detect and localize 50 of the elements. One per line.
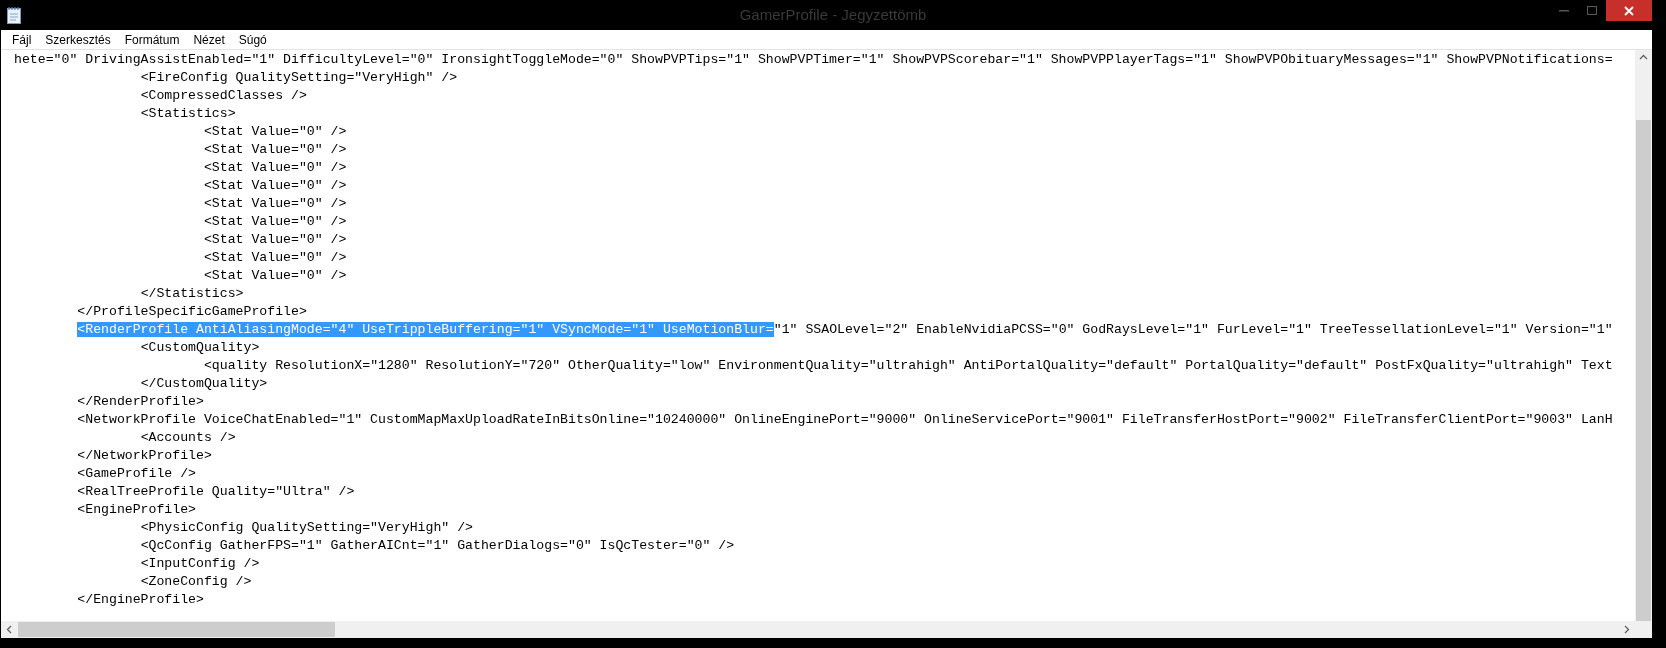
code-text: </ProfileSpecificGameProfile> — [77, 304, 307, 319]
menu-item[interactable]: Szerkesztés — [38, 30, 118, 49]
code-text: <Stat Value="0" /> — [203, 232, 347, 247]
window-title: GamerProfile - Jegyzettömb — [739, 4, 927, 25]
code-text: <CustomQuality> — [140, 340, 260, 355]
code-text: <Stat Value="0" /> — [203, 124, 347, 139]
code-text: <quality ResolutionX="1280" ResolutionY="720" OtherQuality="low" EnvironmentQuality="ultrahigh" AntiPortalQuality="default" PortalQuality="default" PostFxQuality="ultrahigh" Text — [203, 358, 1613, 373]
code-text: </Statistics> — [140, 286, 244, 301]
vertical-scrollbar[interactable] — [1635, 50, 1652, 621]
code-text: <Stat Value="0" /> — [203, 178, 347, 193]
menu-item[interactable]: Formátum — [117, 30, 187, 49]
close-icon — [1624, 5, 1634, 16]
code-text: hete="0" DrivingAssistEnabled="1" DifficultyLevel="0" IronsightToggleMode="0" ShowPVPTips="1" ShowPVPTimer="1" ShowPVPScorebar="1" ShowPVPPlayerTags="1" ShowPVPObituaryMessages="1" ShowPVPNotifications= — [14, 52, 1613, 67]
code-text: <Stat Value="0" /> — [203, 160, 347, 175]
code-text: <Stat Value="0" /> — [203, 250, 347, 265]
code-text: <Stat Value="0" /> — [203, 142, 347, 157]
code-text: <Statistics> — [140, 106, 236, 121]
code-text: </RenderProfile> — [77, 394, 204, 409]
scroll-right-icon[interactable] — [1624, 625, 1630, 634]
horizontal-scrollbar[interactable] — [1, 621, 1652, 638]
menu-item[interactable]: Fájl — [5, 30, 39, 49]
code-text: <NetworkProfile VoiceChatEnabled="1" CustomMapMaxUploadRateInBitsOnline="10240000" OnlineEnginePort="9000" OnlineServicePort="9001" FileTransferHostPort="9002" FileTransferClientPort="9003" LanH — [77, 412, 1613, 427]
close-button[interactable] — [1606, 0, 1652, 21]
scrollbar-thumb[interactable] — [18, 622, 335, 637]
notepad-icon — [6, 6, 22, 24]
scroll-up-icon[interactable] — [1639, 54, 1648, 60]
code-text: <QcConfig GatherFPS="1" GatherAICnt="1" GatherDialogs="0" IsQcTester="0" /> — [140, 538, 735, 553]
code-text: <ZoneConfig /> — [140, 574, 252, 589]
code-text: <EngineProfile> — [77, 502, 197, 517]
code-text: <Stat Value="0" /> — [203, 214, 347, 229]
menu-item[interactable]: Nézet — [186, 30, 232, 49]
minimize-icon — [1559, 9, 1569, 12]
code-text: <FireConfig QualitySetting="VeryHigh" /> — [140, 70, 458, 85]
code-text: <PhysicConfig QualitySetting="VeryHigh" /> — [140, 520, 473, 535]
maximize-icon — [1587, 6, 1597, 15]
code-text: <InputConfig /> — [140, 556, 260, 571]
code-text: <RealTreeProfile Quality="Ultra" /> — [77, 484, 355, 499]
code-text: <GameProfile /> — [77, 466, 197, 481]
code-text: "1" SSAOLevel="2" EnableNvidiaPCSS="0" GodRaysLevel="1" FurLevel="1" TreeTessellationLevel="1" Version="1" — [773, 322, 1613, 337]
code-text: </NetworkProfile> — [77, 448, 212, 463]
code-text: </CustomQuality> — [140, 376, 268, 391]
scrollbar-thumb[interactable] — [1636, 120, 1651, 621]
selected-text: <RenderProfile AntiAliasingMode="4" UseTrippleBuffering="1" VSyncMode="1" UseMotionBlur= — [77, 322, 774, 337]
code-text: </EngineProfile> — [77, 592, 204, 607]
scroll-left-icon[interactable] — [6, 625, 12, 634]
code-text: <CompressedClasses /> — [140, 88, 307, 103]
menu-item[interactable]: Súgó — [231, 30, 274, 49]
code-text: <Accounts /> — [140, 430, 236, 445]
code-text: <Stat Value="0" /> — [203, 196, 347, 211]
code-text: <Stat Value="0" /> — [203, 268, 347, 283]
